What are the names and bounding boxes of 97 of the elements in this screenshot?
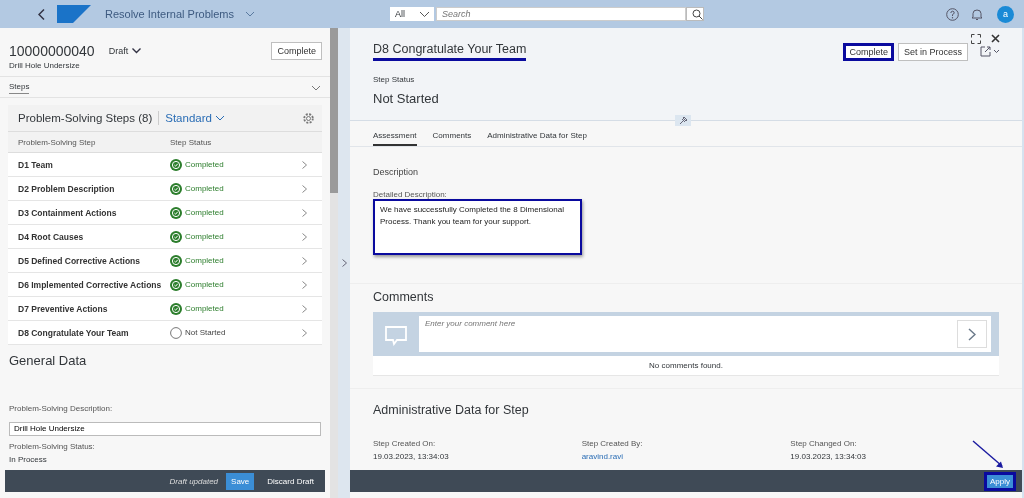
user-avatar[interactable]: a bbox=[997, 5, 1014, 23]
step-status: Completed bbox=[185, 280, 224, 289]
step-name: D6 Implemented Corrective Actions bbox=[18, 279, 163, 290]
chevron-right-icon bbox=[302, 160, 307, 169]
fullscreen-icon[interactable] bbox=[971, 34, 981, 44]
scope-dropdown[interactable]: All bbox=[390, 7, 434, 21]
back-icon[interactable] bbox=[38, 8, 45, 20]
subsection-title: Description bbox=[373, 167, 420, 177]
notification-bell-icon[interactable] bbox=[971, 7, 983, 21]
annotation-arrow bbox=[972, 440, 1006, 470]
chevron-right-icon bbox=[968, 327, 976, 341]
chevron-right-icon bbox=[302, 328, 307, 337]
section-title: Comments bbox=[373, 290, 435, 304]
scrollbar[interactable] bbox=[330, 28, 338, 498]
pin-button[interactable] bbox=[675, 115, 691, 126]
section-tab[interactable]: Administrative Data for Step bbox=[487, 131, 587, 146]
user-link[interactable]: aravind.ravi bbox=[581, 452, 791, 461]
field-value: 19.03.2023, 13:34:03 bbox=[373, 452, 450, 461]
caret-icon bbox=[215, 115, 224, 121]
discard-draft-button[interactable]: Discard Draft bbox=[262, 472, 319, 490]
step-row[interactable]: D1 Team Completed bbox=[8, 153, 322, 177]
variant-dropdown[interactable]: Standard bbox=[165, 112, 224, 124]
step-status: Completed bbox=[185, 208, 224, 217]
complete-button[interactable]: Complete bbox=[271, 42, 322, 60]
step-name: D5 Defined Corrective Actions bbox=[18, 255, 142, 266]
status-value: Not Started bbox=[373, 91, 440, 106]
step-name: D7 Preventive Actions bbox=[18, 303, 109, 314]
chevron-right-icon bbox=[302, 256, 307, 265]
description-input[interactable]: Drill Hole Undersize bbox=[9, 421, 321, 436]
step-name: D3 Containment Actions bbox=[18, 207, 118, 218]
comment-input[interactable]: Enter your comment here bbox=[419, 316, 991, 352]
field-label: Detailed Description: bbox=[373, 190, 448, 199]
help-icon[interactable] bbox=[946, 7, 959, 21]
field-value: 19.03.2023, 13:34:03 bbox=[790, 452, 867, 461]
step-name: D2 Problem Description bbox=[18, 183, 116, 194]
step-name: D4 Root Causes bbox=[18, 231, 85, 242]
splitter-handle[interactable] bbox=[338, 28, 350, 498]
complete-button[interactable]: Complete bbox=[843, 42, 894, 61]
step-row[interactable]: D6 Implemented Corrective Actions Completed bbox=[8, 273, 322, 297]
chevron-down-icon[interactable] bbox=[312, 85, 320, 91]
step-title: D8 Congratulate Your Team bbox=[373, 42, 527, 61]
search-icon bbox=[691, 8, 703, 20]
search-field[interactable]: Search bbox=[436, 7, 686, 21]
description-text-area[interactable]: We have successfully Completed the 8 Dimensional Process. Thank you team for your support. bbox=[373, 199, 582, 255]
field-label: Problem-Solving Description: bbox=[9, 404, 114, 413]
section-title: General Data bbox=[9, 353, 88, 368]
field-label: Step Created By: bbox=[581, 439, 644, 448]
chevron-right-icon bbox=[302, 280, 307, 289]
step-row[interactable]: D5 Defined Corrective Actions Completed bbox=[8, 249, 322, 273]
caret-icon bbox=[132, 48, 142, 54]
step-name: D1 Team bbox=[18, 159, 54, 170]
table-title: Problem-Solving Steps (8) bbox=[18, 112, 153, 124]
section-title: Administrative Data for Step bbox=[373, 403, 530, 417]
field-label: Step Changed On: bbox=[790, 439, 858, 448]
close-icon[interactable] bbox=[991, 34, 1000, 43]
chevron-right-icon bbox=[302, 304, 307, 313]
logo-icon bbox=[57, 5, 91, 23]
post-comment-button[interactable] bbox=[957, 320, 987, 348]
chevron-right-icon bbox=[302, 184, 307, 193]
share-icon[interactable] bbox=[980, 46, 1000, 57]
section-tab[interactable]: Assessment bbox=[373, 131, 417, 146]
step-status: Not Started bbox=[185, 328, 226, 337]
step-row[interactable]: D4 Root Causes Completed bbox=[8, 225, 322, 249]
object-id: 10000000040 bbox=[9, 43, 95, 59]
column-header: Step Status bbox=[170, 137, 212, 147]
draft-status-dropdown[interactable]: Draft bbox=[108, 46, 142, 56]
search-button[interactable] bbox=[686, 7, 704, 21]
app-title[interactable]: Resolve Internal Problems bbox=[105, 8, 234, 20]
column-header: Problem-Solving Step bbox=[18, 137, 97, 147]
step-status: Completed bbox=[185, 232, 224, 241]
step-row[interactable]: D8 Congratulate Your Team Not Started bbox=[8, 321, 322, 345]
chevron-right-icon bbox=[302, 208, 307, 217]
draft-message: Draft updated bbox=[169, 476, 219, 486]
caret-icon bbox=[420, 11, 429, 17]
set-in-process-button[interactable]: Set in Process bbox=[897, 42, 968, 61]
step-row[interactable]: D2 Problem Description Completed bbox=[8, 177, 322, 201]
caret-icon bbox=[246, 11, 254, 17]
step-status: Completed bbox=[185, 160, 224, 169]
pin-icon bbox=[678, 116, 688, 125]
step-row[interactable]: D3 Containment Actions Completed bbox=[8, 201, 322, 225]
speech-bubble-icon bbox=[385, 326, 407, 346]
step-status: Completed bbox=[185, 256, 224, 265]
empty-message: No comments found. bbox=[648, 360, 724, 372]
steps-tab[interactable]: Steps bbox=[9, 82, 30, 94]
step-status: Completed bbox=[185, 184, 224, 193]
field-label: Step Created On: bbox=[373, 439, 437, 448]
field-value: In Process bbox=[9, 454, 48, 464]
section-tab[interactable]: Comments bbox=[432, 131, 472, 146]
object-subtitle: Drill Hole Undersize bbox=[9, 61, 81, 70]
step-name: D8 Congratulate Your Team bbox=[18, 327, 130, 338]
status-label: Step Status bbox=[373, 75, 416, 84]
step-row[interactable]: D7 Preventive Actions Completed bbox=[8, 297, 322, 321]
chevron-right-icon[interactable] bbox=[341, 259, 347, 267]
chevron-right-icon bbox=[302, 232, 307, 241]
settings-icon[interactable] bbox=[303, 112, 314, 124]
step-status: Completed bbox=[185, 304, 224, 313]
field-label: Problem-Solving Status: bbox=[9, 441, 96, 451]
